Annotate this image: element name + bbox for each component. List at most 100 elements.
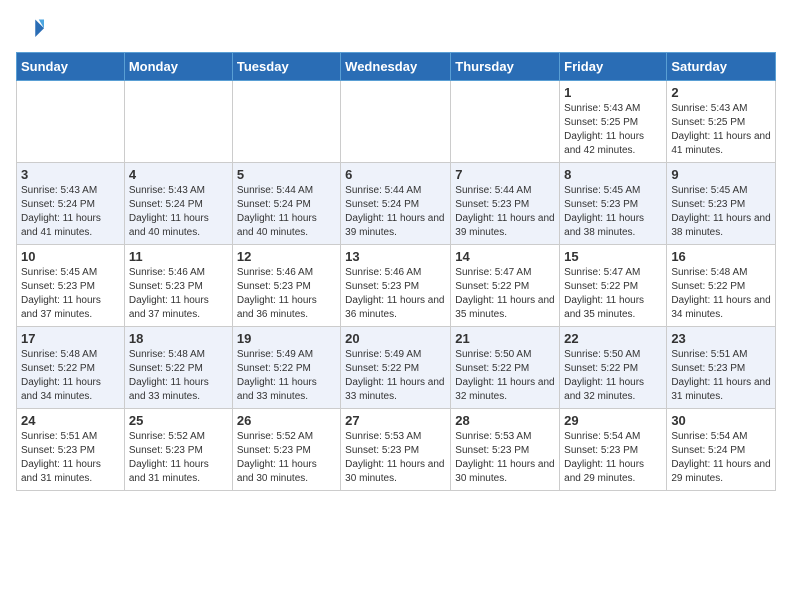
day-info: Sunrise: 5:48 AM Sunset: 5:22 PM Dayligh…: [21, 348, 120, 404]
calendar-cell: 7Sunrise: 5:44 AM Sunset: 5:23 PM Daylig…: [451, 163, 560, 245]
calendar-cell: 2 Sunrise: 5:43 AM Sunset: 5:25 PM Daylig…: [667, 81, 776, 163]
day-info: Sunrise: 5:50 AM Sunset: 5:22 PM Dayligh…: [564, 348, 662, 404]
day-info: Sunrise: 5:53 AM Sunset: 5:23 PM Dayligh…: [455, 430, 555, 486]
day-number: 11: [129, 249, 228, 264]
calendar-cell: 26 Sunrise: 5:52 AM Sunset: 5:23 PM Dayli…: [232, 409, 340, 491]
calendar-cell: 29 Sunrise: 5:54 AM Sunset: 5:23 PM Dayli…: [560, 409, 667, 491]
day-info: Sunrise: 5:54 AM Sunset: 5:23 PM Dayligh…: [564, 430, 662, 486]
calendar-cell: [124, 81, 232, 163]
day-info: Sunrise: 5:52 AM Sunset: 5:23 PM Dayligh…: [237, 430, 336, 486]
day-number: 20: [345, 331, 446, 346]
day-number: 13: [345, 249, 446, 264]
weekday-header-thursday: Thursday: [451, 53, 560, 81]
day-number: 2: [671, 85, 771, 100]
calendar-cell: 28Sunrise: 5:53 AM Sunset: 5:23 PM Dayli…: [451, 409, 560, 491]
day-number: 26: [237, 413, 336, 428]
calendar-cell: [341, 81, 451, 163]
weekday-header-monday: Monday: [124, 53, 232, 81]
calendar-week-row: 10 Sunrise: 5:45 AM Sunset: 5:23 PM Dayli…: [17, 245, 776, 327]
day-info: Sunrise: 5:51 AM Sunset: 5:23 PM Dayligh…: [21, 430, 120, 486]
day-info: Sunrise: 5:51 AM Sunset: 5:23 PM Dayligh…: [671, 348, 771, 404]
day-number: 30: [671, 413, 771, 428]
calendar-cell: 19 Sunrise: 5:49 AM Sunset: 5:22 PM Dayli…: [232, 327, 340, 409]
weekday-header-saturday: Saturday: [667, 53, 776, 81]
calendar-cell: 18 Sunrise: 5:48 AM Sunset: 5:22 PM Dayli…: [124, 327, 232, 409]
calendar-cell: 3 Sunrise: 5:43 AM Sunset: 5:24 PM Daylig…: [17, 163, 125, 245]
day-number: 4: [129, 167, 228, 182]
day-info: Sunrise: 5:43 AM Sunset: 5:25 PM Dayligh…: [671, 102, 771, 158]
day-info: Sunrise: 5:43 AM Sunset: 5:25 PM Dayligh…: [564, 102, 662, 158]
day-info: Sunrise: 5:52 AM Sunset: 5:23 PM Dayligh…: [129, 430, 228, 486]
day-number: 9: [671, 167, 771, 182]
day-info: Sunrise: 5:48 AM Sunset: 5:22 PM Dayligh…: [129, 348, 228, 404]
calendar-cell: 15 Sunrise: 5:47 AM Sunset: 5:22 PM Dayli…: [560, 245, 667, 327]
calendar-cell: 14Sunrise: 5:47 AM Sunset: 5:22 PM Dayli…: [451, 245, 560, 327]
day-info: Sunrise: 5:48 AM Sunset: 5:22 PM Dayligh…: [671, 266, 771, 322]
day-info: Sunrise: 5:46 AM Sunset: 5:23 PM Dayligh…: [237, 266, 336, 322]
calendar-week-row: 24 Sunrise: 5:51 AM Sunset: 5:23 PM Dayli…: [17, 409, 776, 491]
calendar-cell: 27Sunrise: 5:53 AM Sunset: 5:23 PM Dayli…: [341, 409, 451, 491]
day-info: Sunrise: 5:45 AM Sunset: 5:23 PM Dayligh…: [21, 266, 120, 322]
calendar-week-row: 17 Sunrise: 5:48 AM Sunset: 5:22 PM Dayli…: [17, 327, 776, 409]
day-number: 29: [564, 413, 662, 428]
calendar-week-row: 3 Sunrise: 5:43 AM Sunset: 5:24 PM Daylig…: [17, 163, 776, 245]
day-info: Sunrise: 5:47 AM Sunset: 5:22 PM Dayligh…: [564, 266, 662, 322]
calendar-cell: 21 Sunrise: 5:50 AM Sunset: 5:22 PM Dayli…: [451, 327, 560, 409]
day-number: 3: [21, 167, 120, 182]
day-number: 17: [21, 331, 120, 346]
calendar-cell: [17, 81, 125, 163]
day-info: Sunrise: 5:44 AM Sunset: 5:24 PM Dayligh…: [345, 184, 446, 240]
day-number: 18: [129, 331, 228, 346]
day-number: 6: [345, 167, 446, 182]
day-info: Sunrise: 5:44 AM Sunset: 5:24 PM Dayligh…: [237, 184, 336, 240]
day-number: 1: [564, 85, 662, 100]
day-number: 5: [237, 167, 336, 182]
day-info: Sunrise: 5:49 AM Sunset: 5:22 PM Dayligh…: [237, 348, 336, 404]
calendar-cell: 24 Sunrise: 5:51 AM Sunset: 5:23 PM Dayli…: [17, 409, 125, 491]
day-number: 23: [671, 331, 771, 346]
calendar-cell: [232, 81, 340, 163]
day-number: 14: [455, 249, 555, 264]
calendar-cell: 1 Sunrise: 5:43 AM Sunset: 5:25 PM Daylig…: [560, 81, 667, 163]
day-info: Sunrise: 5:50 AM Sunset: 5:22 PM Dayligh…: [455, 348, 555, 404]
day-number: 21: [455, 331, 555, 346]
calendar-cell: 5 Sunrise: 5:44 AM Sunset: 5:24 PM Daylig…: [232, 163, 340, 245]
logo: [16, 16, 48, 44]
calendar-cell: 17 Sunrise: 5:48 AM Sunset: 5:22 PM Dayli…: [17, 327, 125, 409]
logo-icon: [16, 16, 44, 44]
day-info: Sunrise: 5:49 AM Sunset: 5:22 PM Dayligh…: [345, 348, 446, 404]
weekday-header-wednesday: Wednesday: [341, 53, 451, 81]
day-number: 24: [21, 413, 120, 428]
day-info: Sunrise: 5:45 AM Sunset: 5:23 PM Dayligh…: [564, 184, 662, 240]
calendar-cell: 30 Sunrise: 5:54 AM Sunset: 5:24 PM Dayli…: [667, 409, 776, 491]
calendar-header-row: SundayMondayTuesdayWednesdayThursdayFrid…: [17, 53, 776, 81]
day-info: Sunrise: 5:46 AM Sunset: 5:23 PM Dayligh…: [129, 266, 228, 322]
day-info: Sunrise: 5:44 AM Sunset: 5:23 PM Dayligh…: [455, 184, 555, 240]
day-info: Sunrise: 5:45 AM Sunset: 5:23 PM Dayligh…: [671, 184, 771, 240]
calendar-table: SundayMondayTuesdayWednesdayThursdayFrid…: [16, 52, 776, 491]
calendar-cell: 23 Sunrise: 5:51 AM Sunset: 5:23 PM Dayli…: [667, 327, 776, 409]
calendar-cell: 11 Sunrise: 5:46 AM Sunset: 5:23 PM Dayli…: [124, 245, 232, 327]
calendar-cell: [451, 81, 560, 163]
day-info: Sunrise: 5:43 AM Sunset: 5:24 PM Dayligh…: [129, 184, 228, 240]
calendar-cell: 13 Sunrise: 5:46 AM Sunset: 5:23 PM Dayli…: [341, 245, 451, 327]
day-number: 25: [129, 413, 228, 428]
day-number: 16: [671, 249, 771, 264]
day-number: 8: [564, 167, 662, 182]
day-number: 22: [564, 331, 662, 346]
day-number: 12: [237, 249, 336, 264]
day-number: 19: [237, 331, 336, 346]
calendar-cell: 9 Sunrise: 5:45 AM Sunset: 5:23 PM Daylig…: [667, 163, 776, 245]
day-info: Sunrise: 5:46 AM Sunset: 5:23 PM Dayligh…: [345, 266, 446, 322]
calendar-cell: 8 Sunrise: 5:45 AM Sunset: 5:23 PM Daylig…: [560, 163, 667, 245]
day-number: 15: [564, 249, 662, 264]
day-number: 10: [21, 249, 120, 264]
calendar-week-row: 1 Sunrise: 5:43 AM Sunset: 5:25 PM Daylig…: [17, 81, 776, 163]
calendar-cell: 12 Sunrise: 5:46 AM Sunset: 5:23 PM Dayli…: [232, 245, 340, 327]
day-info: Sunrise: 5:54 AM Sunset: 5:24 PM Dayligh…: [671, 430, 771, 486]
weekday-header-friday: Friday: [560, 53, 667, 81]
weekday-header-sunday: Sunday: [17, 53, 125, 81]
calendar-cell: 4 Sunrise: 5:43 AM Sunset: 5:24 PM Daylig…: [124, 163, 232, 245]
day-info: Sunrise: 5:43 AM Sunset: 5:24 PM Dayligh…: [21, 184, 120, 240]
weekday-header-tuesday: Tuesday: [232, 53, 340, 81]
